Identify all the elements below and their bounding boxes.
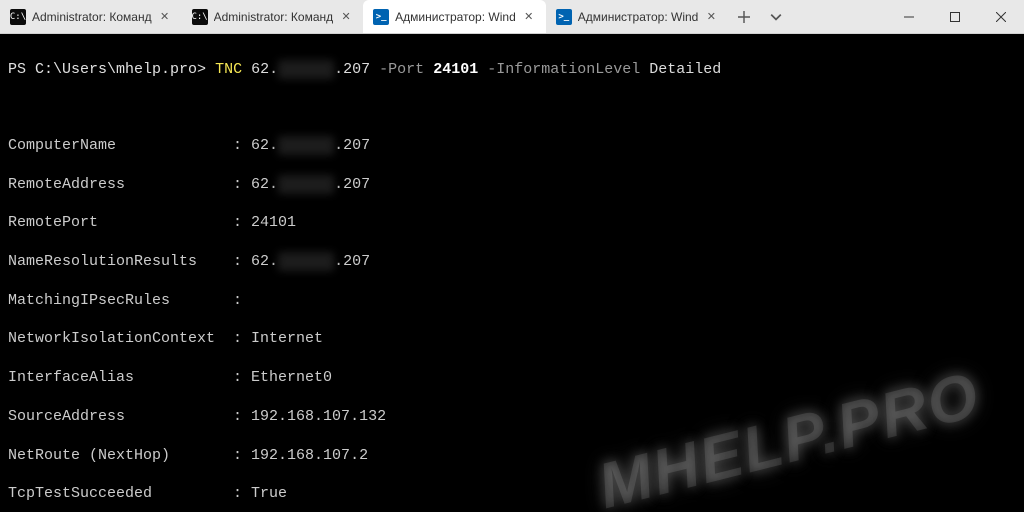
results-block: ComputerName: 62.XX XXX.207 RemoteAddres…: [8, 117, 1016, 512]
prompt-line: PS C:\Users\mhelp.pro> TNC 62.XX XXX.207…: [8, 61, 721, 78]
window-titlebar: C:\ Administrator: Команд ✕ C:\ Administ…: [0, 0, 1024, 34]
tab-ps-1[interactable]: >_ Администратор: Wind ✕: [363, 0, 546, 33]
param-port-value: 24101: [433, 61, 478, 78]
tab-cmd-1[interactable]: C:\ Administrator: Команд ✕: [0, 0, 182, 33]
result-row: ComputerName: 62.XX XXX.207: [8, 136, 1016, 155]
cmd-icon: C:\: [10, 9, 26, 25]
tab-title: Администратор: Wind: [395, 10, 516, 24]
result-row: TcpTestSucceeded: True: [8, 484, 1016, 503]
close-icon[interactable]: ✕: [158, 10, 172, 24]
param-infolevel-value: Detailed: [649, 61, 721, 78]
powershell-icon: >_: [373, 9, 389, 25]
terminal-output[interactable]: PS C:\Users\mhelp.pro> TNC 62.XX XXX.207…: [0, 34, 1024, 512]
close-icon[interactable]: ✕: [339, 10, 353, 24]
tab-ps-2[interactable]: >_ Администратор: Wind ✕: [546, 0, 729, 33]
result-row: RemotePort: 24101: [8, 213, 1016, 232]
window-controls: [886, 0, 1024, 33]
close-button[interactable]: [978, 0, 1024, 33]
param-infolevel: -InformationLevel: [487, 61, 640, 78]
tab-title: Administrator: Команд: [214, 10, 334, 24]
tab-title: Administrator: Команд: [32, 10, 152, 24]
close-icon[interactable]: ✕: [522, 10, 536, 24]
minimize-button[interactable]: [886, 0, 932, 33]
new-tab-button[interactable]: [728, 0, 760, 33]
result-row: NameResolutionResults: 62.XX XXX.207: [8, 252, 1016, 271]
result-row: InterfaceAlias: Ethernet0: [8, 368, 1016, 387]
maximize-button[interactable]: [932, 0, 978, 33]
result-row: SourceAddress: 192.168.107.132: [8, 407, 1016, 426]
tab-dropdown-button[interactable]: [760, 0, 792, 33]
prompt-prefix: PS C:\Users\mhelp.pro>: [8, 61, 206, 78]
command-name: TNC: [215, 61, 242, 78]
close-icon[interactable]: ✕: [704, 10, 718, 24]
result-row: NetworkIsolationContext: Internet: [8, 329, 1016, 348]
cmd-icon: C:\: [192, 9, 208, 25]
tab-strip: C:\ Administrator: Команд ✕ C:\ Administ…: [0, 0, 886, 33]
tab-cmd-2[interactable]: C:\ Administrator: Команд ✕: [182, 0, 364, 33]
powershell-icon: >_: [556, 9, 572, 25]
tab-title: Администратор: Wind: [578, 10, 699, 24]
result-row: RemoteAddress: 62.XX XXX.207: [8, 175, 1016, 194]
command-arg-ip: 62.XX XXX.207: [251, 61, 370, 78]
param-port: -Port: [379, 61, 424, 78]
result-row: MatchingIPsecRules:: [8, 291, 1016, 310]
result-row: NetRoute (NextHop): 192.168.107.2: [8, 446, 1016, 465]
